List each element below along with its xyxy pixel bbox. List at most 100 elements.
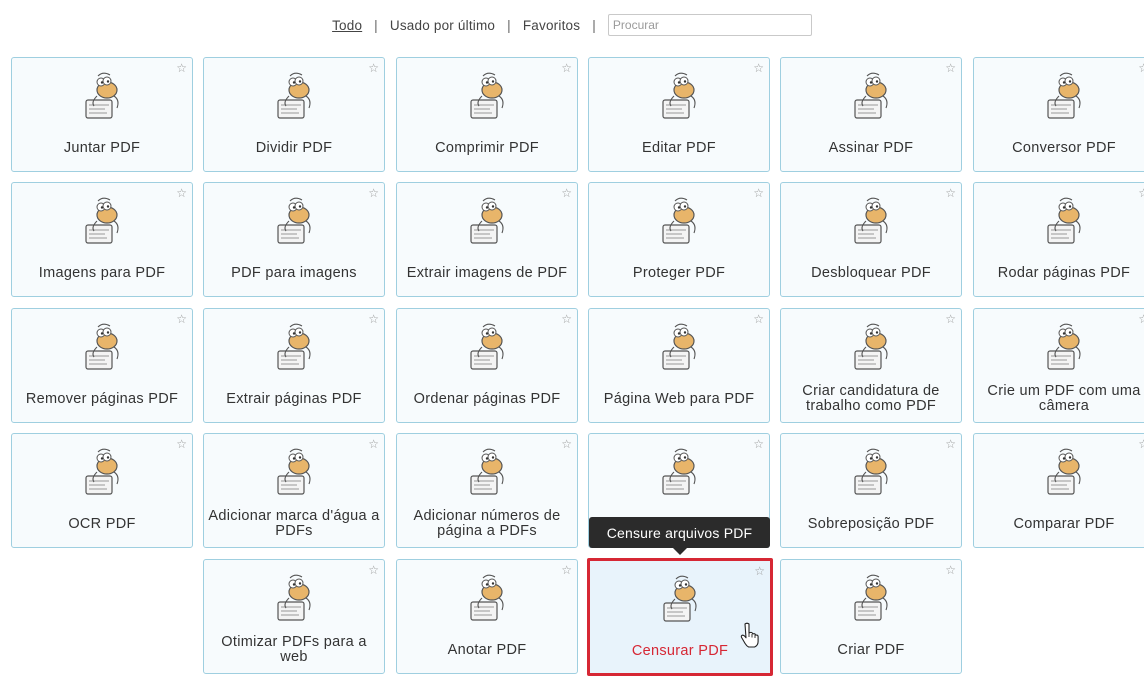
- mascot-illustration: [470, 197, 504, 244]
- tool-tile[interactable]: ☆ Ordenar páginas PDF: [396, 308, 578, 423]
- tool-label: Assinar PDF: [828, 139, 914, 156]
- tool-tile[interactable]: ☆ Comprimir PDF: [396, 57, 578, 172]
- tool-tile[interactable]: ☆ Rodar páginas PDF: [973, 182, 1144, 297]
- favorite-star-icon[interactable]: ☆: [945, 564, 956, 576]
- tool-tile[interactable]: ☆ PDF para imagens: [203, 182, 385, 297]
- favorite-star-icon[interactable]: ☆: [368, 313, 379, 325]
- tool-label: Juntar PDF: [63, 139, 141, 156]
- mascot-illustration: [854, 448, 888, 495]
- mascot-illustration: [662, 72, 696, 119]
- tool-tile[interactable]: ☆ Comparar PDF: [973, 433, 1144, 548]
- tool-tile[interactable]: ☆ Página Web para PDF: [588, 308, 770, 423]
- tool-label: Adicionar números de página a PDFs: [413, 508, 561, 539]
- favorite-star-icon[interactable]: ☆: [561, 438, 572, 450]
- search-input[interactable]: [607, 14, 812, 36]
- mascot-illustration: [662, 448, 696, 495]
- mascot-illustration: [1047, 448, 1081, 495]
- favorite-star-icon[interactable]: ☆: [753, 187, 764, 199]
- tool-tile[interactable]: ☆ Adicionar números de página a PDFs: [396, 433, 578, 548]
- favorite-star-icon[interactable]: ☆: [753, 313, 764, 325]
- favorite-star-icon[interactable]: ☆: [1138, 187, 1144, 199]
- tooltip-text: Censure arquivos PDF: [606, 524, 753, 541]
- tool-tile[interactable]: ☆ Imagens para PDF: [11, 182, 193, 297]
- mascot-illustration: [277, 72, 311, 119]
- tooltip: Censure arquivos PDF: [589, 517, 770, 555]
- mascot-illustration: [85, 323, 119, 370]
- mascot-illustration: [85, 197, 119, 244]
- favorite-star-icon[interactable]: ☆: [561, 62, 572, 74]
- filter-bar: Todo | Usado por último | Favoritos |: [0, 12, 1144, 38]
- tool-tile[interactable]: ☆ Crie um PDF com uma câmera: [973, 308, 1144, 423]
- favorite-star-icon[interactable]: ☆: [1138, 62, 1144, 74]
- mascot-illustration: [277, 448, 311, 495]
- mascot-illustration: [854, 72, 888, 119]
- favorite-star-icon[interactable]: ☆: [368, 564, 379, 576]
- tool-tile[interactable]: ☆ Censurar PDF: [587, 558, 773, 676]
- tool-tile[interactable]: ☆ Otimizar PDFs para a web: [203, 559, 385, 674]
- favorite-star-icon[interactable]: ☆: [1138, 438, 1144, 450]
- tool-tile[interactable]: ☆ Assinar PDF: [780, 57, 962, 172]
- tool-label: OCR PDF: [68, 515, 136, 532]
- tooltip-arrow: [673, 548, 687, 555]
- tool-label: Rodar páginas PDF: [997, 264, 1131, 281]
- tool-label: Anotar PDF: [447, 641, 527, 658]
- tool-label: Crie um PDF com uma câmera: [987, 383, 1141, 414]
- mascot-illustration: [470, 574, 504, 621]
- tool-label: Adicionar marca d'água a PDFs: [208, 508, 380, 539]
- tool-tile[interactable]: ☆ OCR PDF: [11, 433, 193, 548]
- mascot-illustration: [470, 448, 504, 495]
- tool-tile[interactable]: ☆ Adicionar marca d'água a PDFs: [203, 433, 385, 548]
- favorite-star-icon[interactable]: ☆: [1138, 313, 1144, 325]
- favorite-star-icon[interactable]: ☆: [368, 438, 379, 450]
- tool-tile[interactable]: ☆ Proteger PDF: [588, 182, 770, 297]
- favorite-star-icon[interactable]: ☆: [176, 438, 187, 450]
- tool-tile[interactable]: ☆ Criar candidatura de trabalho como PDF: [780, 308, 962, 423]
- mascot-illustration: [662, 323, 696, 370]
- tool-label: Criar PDF: [837, 641, 905, 658]
- tool-tile[interactable]: ☆ Remover páginas PDF: [11, 308, 193, 423]
- mascot-illustration: [470, 323, 504, 370]
- mascot-illustration: [470, 72, 504, 119]
- tool-label: Imagens para PDF: [38, 264, 166, 281]
- favorite-star-icon[interactable]: ☆: [945, 438, 956, 450]
- filter-recent[interactable]: Usado por último: [390, 18, 495, 33]
- tool-label: Dividir PDF: [255, 139, 333, 156]
- favorite-star-icon[interactable]: ☆: [561, 187, 572, 199]
- favorite-star-icon[interactable]: ☆: [176, 313, 187, 325]
- filter-favorites[interactable]: Favoritos: [523, 18, 580, 33]
- favorite-star-icon[interactable]: ☆: [753, 62, 764, 74]
- tool-tile[interactable]: ☆ Editar PDF: [588, 57, 770, 172]
- tool-tile[interactable]: ☆ Desbloquear PDF: [780, 182, 962, 297]
- mascot-illustration: [1047, 72, 1081, 119]
- favorite-star-icon[interactable]: ☆: [945, 313, 956, 325]
- tool-tile[interactable]: ☆ Sobreposição PDF: [780, 433, 962, 548]
- tool-tile[interactable]: ☆ Extrair páginas PDF: [203, 308, 385, 423]
- favorite-star-icon[interactable]: ☆: [754, 565, 765, 577]
- favorite-star-icon[interactable]: ☆: [368, 187, 379, 199]
- favorite-star-icon[interactable]: ☆: [176, 62, 187, 74]
- favorite-star-icon[interactable]: ☆: [945, 187, 956, 199]
- tool-tile[interactable]: ☆ Conversor PDF: [973, 57, 1144, 172]
- tool-tile[interactable]: ☆ Dividir PDF: [203, 57, 385, 172]
- favorite-star-icon[interactable]: ☆: [368, 62, 379, 74]
- filter-separator: |: [592, 17, 596, 33]
- mascot-illustration: [85, 448, 119, 495]
- favorite-star-icon[interactable]: ☆: [753, 438, 764, 450]
- favorite-star-icon[interactable]: ☆: [561, 313, 572, 325]
- mascot-illustration: [277, 574, 311, 621]
- mascot-illustration: [662, 197, 696, 244]
- tool-label: Otimizar PDFs para a web: [221, 634, 367, 665]
- favorite-star-icon[interactable]: ☆: [176, 187, 187, 199]
- favorite-star-icon[interactable]: ☆: [561, 564, 572, 576]
- tool-label: Extrair imagens de PDF: [406, 264, 568, 281]
- filter-all[interactable]: Todo: [332, 18, 362, 33]
- tool-label: Página Web para PDF: [603, 390, 755, 407]
- favorite-star-icon[interactable]: ☆: [945, 62, 956, 74]
- tool-tile[interactable]: ☆ Juntar PDF: [11, 57, 193, 172]
- mascot-illustration: [277, 323, 311, 370]
- mascot-illustration: [663, 575, 697, 622]
- tool-tile[interactable]: ☆ Criar PDF: [780, 559, 962, 674]
- hand-cursor-icon: [740, 622, 759, 648]
- tool-tile[interactable]: ☆ Extrair imagens de PDF: [396, 182, 578, 297]
- tool-tile[interactable]: ☆ Anotar PDF: [396, 559, 578, 674]
